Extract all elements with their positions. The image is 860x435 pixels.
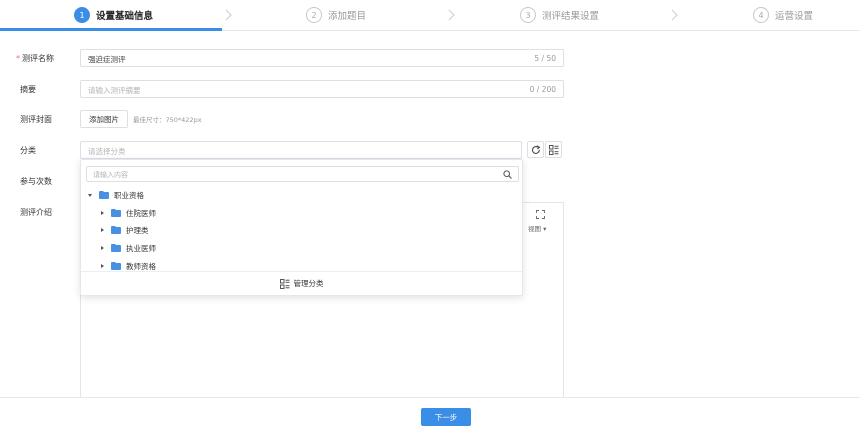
- footer-bar: 下一步: [0, 397, 860, 435]
- summary-input[interactable]: 请输入测评摘要 0 / 200: [80, 80, 564, 98]
- refresh-icon: [531, 144, 540, 154]
- folder-icon: [99, 191, 109, 199]
- folder-icon: [111, 226, 121, 234]
- caret-right-icon[interactable]: [101, 211, 104, 215]
- chevron-right-icon: [225, 9, 232, 21]
- steps-bar: 1 设置基础信息 2 添加题目 3 测评结果设置 4 运营设置: [0, 0, 860, 31]
- category-manage-icon: [548, 144, 558, 155]
- chevron-right-icon: [671, 9, 678, 21]
- search-icon: [503, 170, 512, 179]
- folder-icon: [111, 244, 121, 252]
- tree-item-label: 住院医师: [126, 208, 156, 218]
- step-label: 运营设置: [775, 11, 814, 22]
- tree-item-zhiyeyishi[interactable]: 执业医师: [101, 241, 156, 255]
- caret-right-icon[interactable]: [101, 264, 104, 268]
- tree-item-label: 职业资格: [114, 190, 144, 200]
- category-select[interactable]: 请选择分类: [80, 141, 522, 159]
- category-label: 分类: [20, 146, 36, 155]
- refresh-button[interactable]: [527, 141, 544, 158]
- intro-label: 测评介绍: [20, 208, 52, 217]
- category-dropdown: 请输入内容 职业资格 住院医师 护理类 执业医师 教师资格 管理分类: [80, 159, 523, 296]
- manage-category-link[interactable]: 管理分类: [81, 271, 522, 295]
- step-number: 2: [306, 7, 322, 23]
- category-manage-icon: [279, 278, 289, 289]
- view-toolbar-button[interactable]: 视图 ▾: [519, 203, 563, 239]
- tree-item-zhiye[interactable]: 职业资格: [88, 188, 144, 202]
- name-input[interactable]: 强迫症测评 5 / 50: [80, 49, 564, 67]
- summary-placeholder: 请输入测评摘要: [88, 86, 141, 95]
- required-mark: *: [16, 54, 20, 63]
- chevron-right-icon: [448, 9, 455, 21]
- participants-label: 参与次数: [20, 177, 52, 186]
- name-label-text: 测评名称: [22, 54, 54, 63]
- step-3[interactable]: 3 测评结果设置: [520, 6, 599, 24]
- step-2[interactable]: 2 添加题目: [306, 6, 366, 24]
- fullscreen-icon: [536, 210, 545, 219]
- step-number: 1: [74, 7, 90, 23]
- cover-size-hint: 最佳尺寸：750*422px: [133, 116, 202, 124]
- step-label: 添加题目: [328, 11, 367, 22]
- category-search-input[interactable]: 请输入内容: [86, 166, 519, 182]
- tree-item-label: 教师资格: [126, 261, 156, 271]
- step-4[interactable]: 4 运营设置: [753, 6, 813, 24]
- name-value: 强迫症测评: [88, 55, 126, 64]
- search-placeholder: 请输入内容: [93, 171, 128, 179]
- tree-item-label: 执业医师: [126, 243, 156, 253]
- view-label: 视图 ▾: [528, 225, 547, 233]
- tree-item-zhuyuan[interactable]: 住院医师: [101, 206, 156, 220]
- step-label: 设置基础信息: [96, 11, 154, 22]
- step-label: 测评结果设置: [542, 11, 600, 22]
- caret-down-icon[interactable]: [88, 193, 92, 197]
- tree-item-label: 护理类: [126, 225, 149, 235]
- manage-category-label: 管理分类: [293, 279, 324, 288]
- summary-label: 摘要: [20, 85, 36, 94]
- manage-category-button[interactable]: [545, 141, 562, 158]
- summary-char-count: 0 / 200: [529, 85, 556, 94]
- tree-item-huli[interactable]: 护理类: [101, 223, 149, 237]
- step-number: 4: [753, 7, 769, 23]
- name-char-count: 5 / 50: [534, 54, 556, 63]
- add-image-button[interactable]: 添加图片: [80, 110, 128, 128]
- caret-right-icon[interactable]: [101, 228, 104, 232]
- folder-icon: [111, 262, 121, 270]
- caret-right-icon[interactable]: [101, 246, 104, 250]
- cover-label: 测评封面: [20, 115, 52, 124]
- category-placeholder: 请选择分类: [88, 147, 126, 156]
- folder-icon: [111, 209, 121, 217]
- step-1[interactable]: 1 设置基础信息: [74, 6, 153, 24]
- name-label: * 测评名称: [16, 53, 54, 64]
- step-number: 3: [520, 7, 536, 23]
- active-step-indicator: [0, 28, 222, 31]
- next-step-button[interactable]: 下一步: [421, 408, 471, 426]
